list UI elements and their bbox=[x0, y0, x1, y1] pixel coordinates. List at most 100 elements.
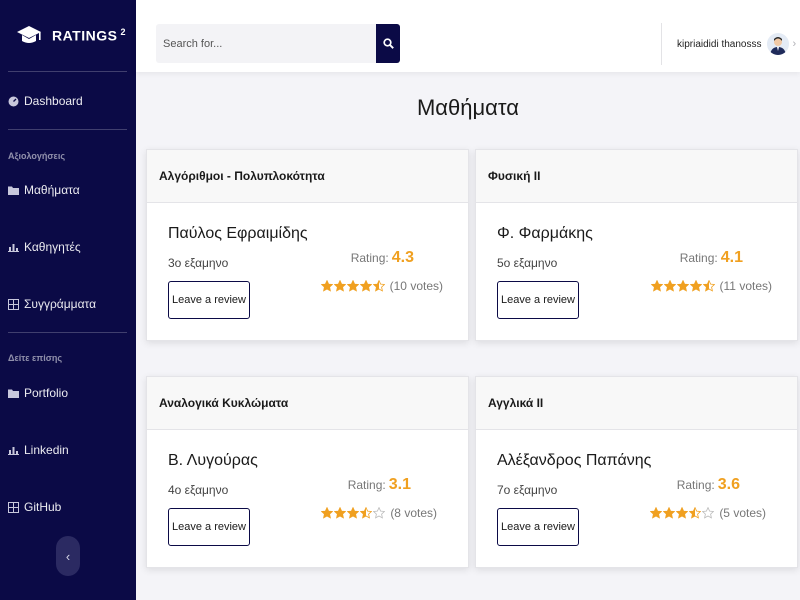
star-rating: (11 votes) bbox=[650, 279, 772, 293]
stars bbox=[650, 507, 715, 519]
stars bbox=[320, 280, 386, 292]
rating: Rating: 4.1 bbox=[680, 249, 743, 267]
sidebar-item-label: Linkedin bbox=[24, 443, 69, 457]
card-body: Παύλος Εφραιμίδης 3ο εξαμηνο Leave a rev… bbox=[147, 203, 468, 341]
course-title: Αγγλικά ΙΙ bbox=[476, 377, 797, 430]
star-full-icon bbox=[321, 507, 334, 519]
search-input[interactable] bbox=[156, 24, 376, 63]
course-title: Αναλογικά Κυκλώματα bbox=[147, 377, 468, 430]
sidebar-item-courses[interactable]: Μαθήματα bbox=[8, 179, 127, 201]
leave-review-button[interactable]: Leave a review bbox=[168, 281, 250, 319]
course-title: Αλγόριθμοι - Πολυπλοκότητα bbox=[147, 150, 468, 203]
sidebar-item-dashboard[interactable]: Dashboard bbox=[8, 90, 127, 112]
semester-label: 5ο εξαμηνο bbox=[497, 256, 558, 270]
card-body: Β. Λυγούρας 4ο εξαμηνο Leave a review Ra… bbox=[147, 430, 468, 568]
star-full-icon bbox=[650, 507, 663, 519]
rating-value: 3.1 bbox=[388, 476, 411, 493]
rating-value: 4.3 bbox=[391, 249, 414, 266]
gauge-icon bbox=[8, 96, 19, 107]
leave-review-button[interactable]: Leave a review bbox=[497, 281, 579, 319]
star-empty-icon bbox=[373, 507, 386, 519]
chevron-right-icon: › bbox=[792, 38, 797, 50]
user-name: kipriaididi thanosss bbox=[677, 38, 762, 50]
semester-label: 3ο εξαμηνο bbox=[168, 256, 229, 270]
course-card: Φυσική ΙΙ Φ. Φαρμάκης 5ο εξαμηνο Leave a… bbox=[475, 149, 798, 341]
semester-label: 7ο εξαμηνο bbox=[497, 483, 558, 497]
star-full-icon bbox=[347, 507, 360, 519]
table-icon bbox=[8, 298, 19, 310]
star-rating: (10 votes) bbox=[320, 279, 443, 293]
star-full-icon bbox=[689, 280, 702, 292]
stars bbox=[650, 280, 716, 292]
rating-value: 3.6 bbox=[717, 476, 740, 493]
vote-count: (11 votes) bbox=[719, 279, 772, 293]
folder-icon bbox=[8, 185, 19, 196]
leave-review-button[interactable]: Leave a review bbox=[168, 508, 250, 546]
star-full-icon bbox=[333, 280, 346, 292]
star-half-icon bbox=[360, 507, 373, 519]
card-body: Φ. Φαρμάκης 5ο εξαμηνο Leave a review Ra… bbox=[476, 203, 797, 341]
star-rating: (5 votes) bbox=[650, 506, 766, 520]
star-full-icon bbox=[359, 280, 372, 292]
topbar: kipriaididi thanosss › bbox=[136, 0, 800, 72]
sidebar-item-github[interactable]: GitHub bbox=[8, 496, 127, 518]
stars bbox=[321, 507, 386, 519]
chart-icon bbox=[8, 445, 19, 456]
rating-value: 4.1 bbox=[720, 249, 743, 266]
search-icon bbox=[382, 38, 394, 49]
professor-name: Αλέξανδρος Παπάνης bbox=[497, 452, 652, 469]
topbar-divider bbox=[661, 23, 662, 65]
professor-name: Β. Λυγούρας bbox=[168, 452, 258, 469]
vote-count: (8 votes) bbox=[390, 506, 437, 520]
star-full-icon bbox=[663, 507, 676, 519]
vote-count: (5 votes) bbox=[719, 506, 766, 520]
sidebar: RATINGS 2 Dashboard Αξιολογήσεις Μαθήματα… bbox=[0, 0, 136, 600]
rating: Rating: 3.1 bbox=[348, 476, 411, 494]
sidebar-divider bbox=[8, 129, 127, 130]
star-full-icon bbox=[676, 507, 689, 519]
leave-review-button[interactable]: Leave a review bbox=[497, 508, 579, 546]
rating-label: Rating: bbox=[679, 251, 718, 265]
page-title: Μαθήματα bbox=[416, 95, 519, 120]
chart-icon bbox=[8, 242, 19, 253]
search-button[interactable] bbox=[376, 24, 400, 63]
folder-icon bbox=[8, 388, 19, 399]
sidebar-item-label: Portfolio bbox=[24, 386, 69, 400]
rating-label: Rating: bbox=[350, 251, 389, 265]
sidebar-item-linkedin[interactable]: Linkedin bbox=[8, 439, 127, 461]
sidebar-item-label: Καθηγητές bbox=[24, 240, 81, 254]
sidebar-item-label: GitHub bbox=[24, 500, 62, 514]
sidebar-heading: Αξιολογήσεις bbox=[8, 151, 66, 161]
star-full-icon bbox=[334, 507, 347, 519]
brand-name: RATINGS 2 bbox=[52, 26, 126, 44]
star-half-icon bbox=[372, 280, 385, 292]
sidebar-item-professors[interactable]: Καθηγητές bbox=[8, 236, 127, 258]
sidebar-item-label: Μαθήματα bbox=[24, 183, 80, 197]
vote-count: (10 votes) bbox=[389, 279, 443, 293]
card-body: Αλέξανδρος Παπάνης 7ο εξαμηνο Leave a re… bbox=[476, 430, 797, 568]
sidebar-divider bbox=[8, 332, 127, 333]
professor-name: Φ. Φαρμάκης bbox=[497, 225, 593, 242]
star-empty-icon bbox=[702, 507, 715, 519]
course-card: Αγγλικά ΙΙ Αλέξανδρος Παπάνης 7ο εξαμηνο… bbox=[475, 376, 798, 568]
brand[interactable]: RATINGS 2 bbox=[0, 0, 136, 70]
course-card: Αλγόριθμοι - Πολυπλοκότητα Παύλος Εφραιμ… bbox=[146, 149, 469, 341]
sidebar-divider bbox=[8, 71, 127, 72]
sidebar-item-label: Dashboard bbox=[24, 94, 83, 108]
star-half-icon bbox=[689, 507, 702, 519]
star-full-icon bbox=[663, 280, 676, 292]
rating: Rating: 3.6 bbox=[677, 476, 740, 494]
search-bar bbox=[156, 24, 400, 63]
semester-label: 4ο εξαμηνο bbox=[168, 483, 229, 497]
star-full-icon bbox=[320, 280, 333, 292]
graduation-cap-icon bbox=[16, 23, 44, 47]
sidebar-toggle-button[interactable]: ‹ bbox=[56, 536, 80, 576]
professor-name: Παύλος Εφραιμίδης bbox=[168, 225, 308, 242]
rating: Rating: 4.3 bbox=[351, 249, 414, 267]
sidebar-item-portfolio[interactable]: Portfolio bbox=[8, 382, 127, 404]
sidebar-heading: Δείτε επίσης bbox=[8, 353, 63, 363]
star-rating: (8 votes) bbox=[321, 506, 437, 520]
rating-label: Rating: bbox=[347, 478, 386, 492]
user-menu[interactable]: kipriaididi thanosss › bbox=[677, 27, 796, 61]
sidebar-item-textbooks[interactable]: Συγγράμματα bbox=[8, 293, 127, 315]
